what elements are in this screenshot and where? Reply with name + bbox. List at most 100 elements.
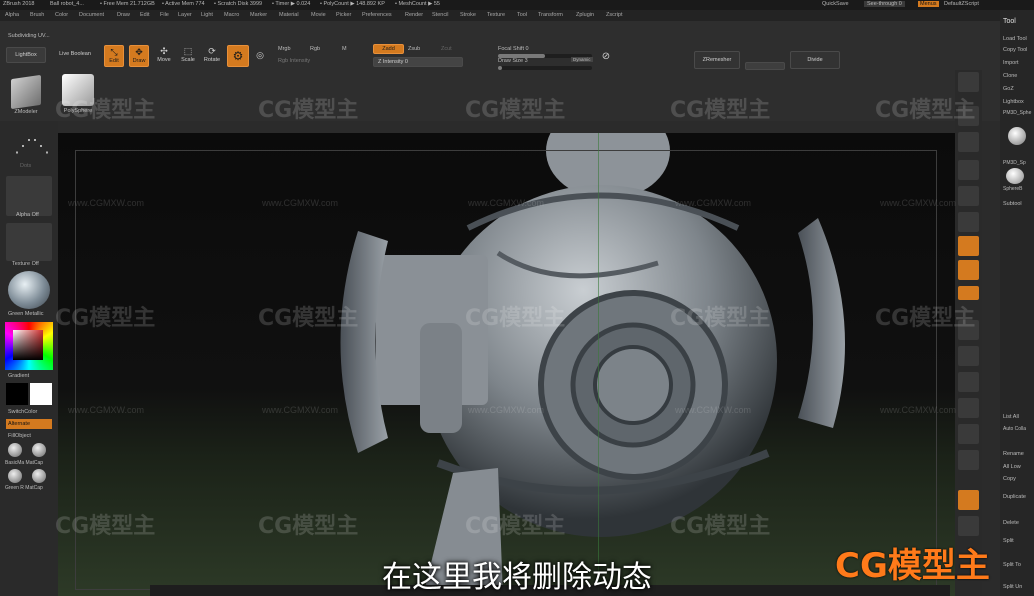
- matcap4-icon[interactable]: [32, 469, 46, 483]
- import-button[interactable]: Import: [1003, 60, 1019, 66]
- live-boolean-button[interactable]: Live Boolean: [52, 47, 98, 63]
- rename-button[interactable]: Rename: [1003, 451, 1024, 457]
- menu-stroke[interactable]: Stroke: [460, 12, 476, 18]
- menu-alpha[interactable]: Alpha: [5, 12, 19, 18]
- menu-document[interactable]: Document: [79, 12, 104, 18]
- material-sphere-icon[interactable]: [8, 271, 50, 309]
- menu-tool[interactable]: Tool: [517, 12, 527, 18]
- menu-texture[interactable]: Texture: [487, 12, 505, 18]
- zremesher-button[interactable]: ZRemesher: [694, 51, 740, 69]
- alpha-button[interactable]: [6, 176, 52, 216]
- edit-button[interactable]: ⤡ Edit: [104, 45, 124, 67]
- zadd-button[interactable]: Zadd: [373, 44, 404, 54]
- default-zscript[interactable]: DefaultZScript: [944, 1, 979, 7]
- menu-layer[interactable]: Layer: [178, 12, 192, 18]
- lightbox-button[interactable]: LightBox: [6, 47, 46, 63]
- polyf-button[interactable]: [958, 450, 979, 470]
- secondary-color-swatch[interactable]: [30, 383, 52, 405]
- aahalf-button[interactable]: [958, 186, 979, 206]
- rgb-intensity-slider[interactable]: Rgb Intensity: [278, 58, 310, 64]
- menu-draw[interactable]: Draw: [117, 12, 130, 18]
- menu-stencil[interactable]: Stencil: [432, 12, 449, 18]
- persp-button[interactable]: [958, 212, 979, 232]
- zmodeler-brush-button[interactable]: ZModeler: [6, 74, 46, 115]
- local-button[interactable]: [958, 260, 979, 280]
- scale-view-button[interactable]: [958, 372, 979, 392]
- sphere-thumbnail-icon[interactable]: [1006, 168, 1024, 184]
- move-button[interactable]: ✣ Move: [154, 45, 174, 67]
- menu-brush[interactable]: Brush: [30, 12, 44, 18]
- menu-transform[interactable]: Transform: [538, 12, 563, 18]
- menu-file[interactable]: File: [160, 12, 169, 18]
- switchcolor-button[interactable]: SwitchColor: [8, 409, 37, 415]
- mrgb-button[interactable]: Mrgb: [278, 46, 291, 52]
- list-all-button[interactable]: List All: [1003, 414, 1019, 420]
- draw-button[interactable]: ✥ Draw: [129, 45, 149, 67]
- menu-zscript[interactable]: Zscript: [606, 12, 623, 18]
- scale-button[interactable]: ⬚ Scale: [178, 45, 198, 67]
- fillobject-button[interactable]: FillObject: [8, 433, 31, 439]
- alternate-button[interactable]: Alternate: [6, 419, 52, 429]
- transp-button[interactable]: [958, 490, 979, 510]
- actual-button[interactable]: [958, 160, 979, 180]
- copy-tool-button[interactable]: Copy Tool: [1003, 47, 1027, 53]
- quicksave-button[interactable]: QuickSave: [822, 1, 849, 7]
- menu-material[interactable]: Material: [279, 12, 299, 18]
- lazy-mouse-icon[interactable]: ⊘: [597, 49, 615, 67]
- move-view-button[interactable]: [958, 346, 979, 366]
- menu-color[interactable]: Color: [55, 12, 68, 18]
- m-button[interactable]: M: [342, 46, 347, 52]
- split-button[interactable]: Split: [1003, 538, 1014, 544]
- divide-button[interactable]: Divide: [790, 51, 840, 69]
- all-low-button[interactable]: All Low: [1003, 464, 1021, 470]
- color-sphere-icon[interactable]: ◎: [253, 47, 267, 65]
- auto-collapse-button[interactable]: Auto Colla: [1003, 426, 1026, 432]
- line-fill-button[interactable]: [958, 424, 979, 444]
- xyz-button[interactable]: [958, 286, 979, 300]
- matcap1-icon[interactable]: [8, 443, 22, 457]
- goz-button[interactable]: GoZ: [1003, 86, 1014, 92]
- copy-subtool-button[interactable]: Copy: [1003, 476, 1016, 482]
- zoom-button[interactable]: [958, 132, 979, 152]
- matcap3-icon[interactable]: [8, 469, 22, 483]
- main-color-swatch[interactable]: [6, 383, 28, 405]
- watermark-logo: CG模型主: [670, 306, 771, 331]
- watermark-url: www.CGMXW.com: [262, 198, 339, 208]
- menu-light[interactable]: Light: [201, 12, 213, 18]
- menu-picker[interactable]: Picker: [336, 12, 351, 18]
- menu-preferences[interactable]: Preferences: [362, 12, 392, 18]
- rotate-button[interactable]: ⟳ Rotate: [202, 45, 222, 67]
- zcut-button[interactable]: Zcut: [441, 46, 452, 52]
- draw-size-slider[interactable]: [498, 66, 592, 70]
- z-intensity-slider[interactable]: Z Intensity 0: [373, 57, 463, 67]
- tool-thumbnail-icon[interactable]: [1008, 127, 1026, 145]
- lightbox-tools-button[interactable]: Lightbox: [1003, 99, 1024, 105]
- load-tool-button[interactable]: Load Tool: [1003, 36, 1027, 42]
- see-through-slider[interactable]: See-through 0: [864, 1, 905, 7]
- menu-render[interactable]: Render: [405, 12, 423, 18]
- color-picker[interactable]: [5, 322, 53, 370]
- zremesher-slider[interactable]: [745, 62, 785, 70]
- floor-button[interactable]: [958, 236, 979, 256]
- menu-edit[interactable]: Edit: [140, 12, 149, 18]
- zsub-button[interactable]: Zsub: [408, 46, 420, 52]
- rotate-view-button[interactable]: [958, 398, 979, 418]
- delete-button[interactable]: Delete: [1003, 520, 1019, 526]
- menu-movie[interactable]: Movie: [311, 12, 326, 18]
- clone-button[interactable]: Clone: [1003, 73, 1017, 79]
- menus-button[interactable]: Menus: [918, 1, 939, 7]
- material-sphere-button[interactable]: ⚙: [227, 45, 249, 67]
- matcap2-icon[interactable]: [32, 443, 46, 457]
- dots-stroke-icon[interactable]: ⋰⋱: [14, 131, 50, 161]
- rgb-button[interactable]: Rgb: [310, 46, 320, 52]
- texture-button[interactable]: [6, 223, 52, 261]
- dynamic-button[interactable]: Dynamic: [571, 57, 593, 62]
- menu-macro[interactable]: Macro: [224, 12, 239, 18]
- menu-zplugin[interactable]: Zplugin: [576, 12, 594, 18]
- subtool-header[interactable]: Subtool: [1003, 201, 1022, 207]
- menu-marker[interactable]: Marker: [250, 12, 267, 18]
- duplicate-button[interactable]: Duplicate: [1003, 494, 1026, 500]
- ghost-button[interactable]: [958, 516, 979, 536]
- watermark-logo: CG模型主: [258, 514, 359, 539]
- bpr-button[interactable]: [958, 72, 979, 92]
